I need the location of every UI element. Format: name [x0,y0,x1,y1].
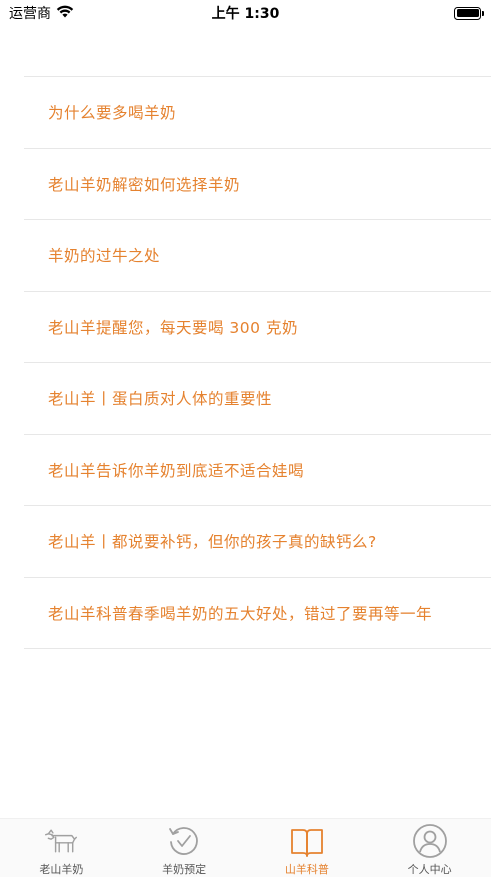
article-item[interactable]: 老山羊奶解密如何选择羊奶 [24,149,491,220]
tab-label: 山羊科普 [284,863,329,876]
article-title: 老山羊告诉你羊奶到底适不适合娃喝 [48,461,305,480]
reorder-check-icon [166,823,202,859]
article-item[interactable]: 老山羊丨蛋白质对人体的重要性 [24,363,491,435]
article-title: 羊奶的过牛之处 [48,247,161,266]
user-profile-icon [412,823,448,859]
book-icon [289,823,325,859]
article-title: 老山羊提醒您，每天要喝 300 克奶 [48,318,298,337]
carrier-label: 运营商 [9,6,51,22]
article-item[interactable]: 为什么要多喝羊奶 [24,77,491,149]
tab-label: 羊奶预定 [162,863,207,876]
article-title: 老山羊丨都说要补钙，但你的孩子真的缺钙么? [48,533,377,552]
article-title: 老山羊科普春季喝羊奶的五大好处，错过了要再等一年 [48,604,433,623]
article-item[interactable]: 羊奶的过牛之处 [24,220,491,292]
tab-personal-center[interactable]: 个人中心 [368,819,491,877]
status-bar: 运营商 上午 1:30 [0,0,491,26]
article-title: 老山羊奶解密如何选择羊奶 [48,175,241,194]
wifi-icon [56,5,74,22]
status-left: 运营商 [9,3,74,23]
article-item[interactable]: 老山羊告诉你羊奶到底适不适合娃喝 [24,435,491,506]
tab-goat-science[interactable]: 山羊科普 [246,819,369,877]
tab-label: 老山羊奶 [39,863,84,876]
article-title: 老山羊丨蛋白质对人体的重要性 [48,390,273,409]
article-title: 为什么要多喝羊奶 [48,104,177,123]
tab-bar: 老山羊奶 羊奶预定 山羊科普 个人中心 [0,818,491,877]
tab-goat-milk[interactable]: 老山羊奶 [0,819,123,877]
article-list: 为什么要多喝羊奶 老山羊奶解密如何选择羊奶 羊奶的过牛之处 老山羊提醒您，每天要… [24,76,491,649]
article-item[interactable]: 老山羊提醒您，每天要喝 300 克奶 [24,292,491,363]
article-item[interactable]: 老山羊科普春季喝羊奶的五大好处，错过了要再等一年 [24,578,491,649]
tab-milk-order[interactable]: 羊奶预定 [123,819,246,877]
goat-icon [43,823,79,859]
battery-fill [456,9,479,17]
battery-icon [454,6,484,20]
article-item[interactable]: 老山羊丨都说要补钙，但你的孩子真的缺钙么? [24,506,491,578]
tab-label: 个人中心 [407,863,452,876]
screen: 运营商 上午 1:30 为什么要多喝羊奶 老山羊奶解密如何选择羊奶 羊奶的过牛之… [0,0,491,877]
